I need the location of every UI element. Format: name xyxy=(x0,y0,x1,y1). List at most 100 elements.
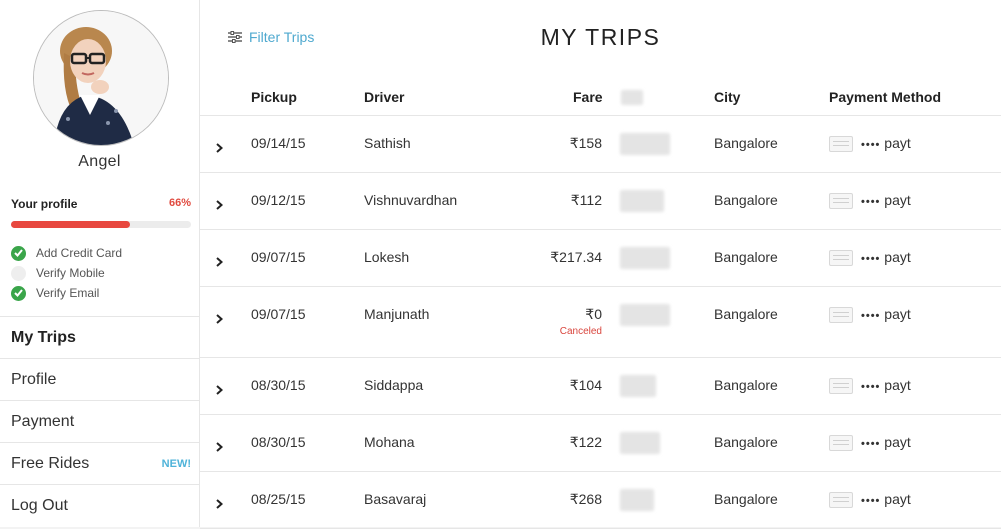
profile-progress-bar xyxy=(11,221,191,228)
trip-fare: ₹217.34 xyxy=(550,249,602,265)
trip-pickup-date: 08/30/15 xyxy=(251,434,306,450)
table-row[interactable]: 09/14/15 Sathish ₹158 Bangalore •••• payt xyxy=(200,116,1001,173)
checklist-item-label: Verify Mobile xyxy=(36,266,105,280)
trip-status-canceled: Canceled xyxy=(559,326,602,337)
payment-method-label: payt xyxy=(884,491,911,507)
redacted-car-image xyxy=(620,304,670,326)
checklist-item-label: Add Credit Card xyxy=(36,246,123,260)
payment-method-label: payt xyxy=(884,192,911,208)
sidebar-item-label: Free Rides xyxy=(11,454,90,472)
payment-method-label: payt xyxy=(884,135,911,151)
trip-pickup-date: 09/07/15 xyxy=(251,249,306,265)
trip-driver-name: Vishnuvardhan xyxy=(364,192,458,208)
table-header: Pickup Driver Fare City Payment Method xyxy=(200,80,1001,116)
redacted-column-header xyxy=(621,90,643,105)
checklist-item[interactable]: Verify Email xyxy=(11,283,122,303)
expand-chevron-icon[interactable] xyxy=(216,382,224,400)
expand-chevron-icon[interactable] xyxy=(216,197,224,215)
column-header-fare[interactable]: Fare xyxy=(573,89,603,105)
table-row[interactable]: 08/25/15 Basavaraj ₹268 Bangalore •••• payt xyxy=(200,472,1001,529)
sidebar-item-label: Profile xyxy=(11,370,57,388)
checklist-item[interactable]: Add Credit Card xyxy=(11,243,122,263)
avatar[interactable] xyxy=(33,10,169,146)
sidebar-item-log-out[interactable]: Log Out xyxy=(0,484,199,526)
table-row[interactable]: 09/07/15 Lokesh ₹217.34 Bangalore •••• payt xyxy=(200,230,1001,287)
sidebar: Angel Your profile 66% Add Credit Card V… xyxy=(0,0,200,527)
redacted-car-image xyxy=(620,489,654,511)
trip-driver-name: Mohana xyxy=(364,434,415,450)
profile-progress-fill xyxy=(11,221,130,228)
expand-chevron-icon[interactable] xyxy=(216,140,224,158)
trip-fare: ₹0 xyxy=(585,306,602,322)
trip-city: Bangalore xyxy=(714,377,778,393)
redacted-car-image xyxy=(620,190,664,212)
trip-payment-method: •••• payt xyxy=(861,491,911,507)
sidebar-item-profile[interactable]: Profile xyxy=(0,358,199,400)
payment-method-label: payt xyxy=(884,434,911,450)
column-header-city[interactable]: City xyxy=(714,89,740,105)
payment-method-label: payt xyxy=(884,249,911,265)
sidebar-item-payment[interactable]: Payment xyxy=(0,400,199,442)
trip-pickup-date: 09/07/15 xyxy=(251,306,306,322)
check-icon xyxy=(11,285,26,301)
credit-card-icon xyxy=(829,307,853,323)
trip-city: Bangalore xyxy=(714,135,778,151)
trip-fare: ₹112 xyxy=(570,192,602,208)
trip-pickup-date: 09/12/15 xyxy=(251,192,306,208)
credit-card-icon xyxy=(829,492,853,508)
trip-driver-name: Lokesh xyxy=(364,249,410,265)
credit-card-icon xyxy=(829,136,853,152)
table-row[interactable]: 09/12/15 Vishnuvardhan ₹112 Bangalore •••• p… xyxy=(200,173,1001,230)
redacted-car-image xyxy=(620,375,656,397)
sidebar-item-free-rides[interactable]: Free Rides NEW! xyxy=(0,442,199,484)
trip-payment-method: •••• payt xyxy=(861,377,911,393)
table-row[interactable]: 09/07/15 Manjunath ₹0 Canceled Bangalore ••••… xyxy=(200,287,1001,358)
trip-city: Bangalore xyxy=(714,306,778,322)
trip-city: Bangalore xyxy=(714,249,778,265)
credit-card-icon xyxy=(829,435,853,451)
sidebar-item-label: My Trips xyxy=(11,328,76,346)
profile-checklist: Add Credit Card Verify Mobile Verify Ema… xyxy=(11,243,122,303)
check-icon xyxy=(11,265,26,281)
check-icon xyxy=(11,245,26,261)
trip-city: Bangalore xyxy=(714,192,778,208)
trip-city: Bangalore xyxy=(714,491,778,507)
expand-chevron-icon[interactable] xyxy=(216,311,224,329)
checklist-item[interactable]: Verify Mobile xyxy=(11,263,122,283)
trip-fare: ₹158 xyxy=(569,135,602,151)
column-header-payment-method[interactable]: Payment Method xyxy=(829,89,941,105)
column-header-pickup[interactable]: Pickup xyxy=(251,89,297,105)
trip-payment-method: •••• payt xyxy=(861,192,911,208)
table-row[interactable]: 08/30/15 Mohana ₹122 Bangalore •••• payt xyxy=(200,415,1001,472)
trip-payment-method: •••• payt xyxy=(861,249,911,265)
payment-method-label: payt xyxy=(884,306,911,322)
expand-chevron-icon[interactable] xyxy=(216,496,224,514)
trip-city: Bangalore xyxy=(714,434,778,450)
sidebar-nav: My Trips Profile Payment Free Rides NEW!… xyxy=(0,316,199,526)
page-title: MY TRIPS xyxy=(540,24,661,50)
redacted-car-image xyxy=(620,133,670,155)
user-name: Angel xyxy=(78,153,121,170)
expand-chevron-icon[interactable] xyxy=(216,254,224,272)
trip-payment-method: •••• payt xyxy=(861,306,911,322)
credit-card-icon xyxy=(829,378,853,394)
trip-fare: ₹122 xyxy=(569,434,602,450)
credit-card-icon xyxy=(829,193,853,209)
credit-card-icon xyxy=(829,250,853,266)
trip-driver-name: Sathish xyxy=(364,135,411,151)
trip-fare: ₹104 xyxy=(569,377,602,393)
sidebar-item-label: Payment xyxy=(11,412,75,430)
redacted-car-image xyxy=(620,432,660,454)
trip-pickup-date: 08/30/15 xyxy=(251,377,306,393)
checklist-item-label: Verify Email xyxy=(36,286,100,300)
profile-completion-label: Your profile xyxy=(11,197,78,211)
expand-chevron-icon[interactable] xyxy=(216,439,224,457)
column-header-driver[interactable]: Driver xyxy=(364,89,404,105)
trip-payment-method: •••• payt xyxy=(861,434,911,450)
table-row[interactable]: 08/30/15 Siddappa ₹104 Bangalore •••• payt xyxy=(200,358,1001,415)
trip-fare: ₹268 xyxy=(569,491,602,507)
trip-payment-method: •••• payt xyxy=(861,135,911,151)
trips-panel: Filter Trips MY TRIPS Pickup Driver Fare… xyxy=(200,0,1001,529)
payment-method-label: payt xyxy=(884,377,911,393)
sidebar-item-my-trips[interactable]: My Trips xyxy=(0,316,199,358)
